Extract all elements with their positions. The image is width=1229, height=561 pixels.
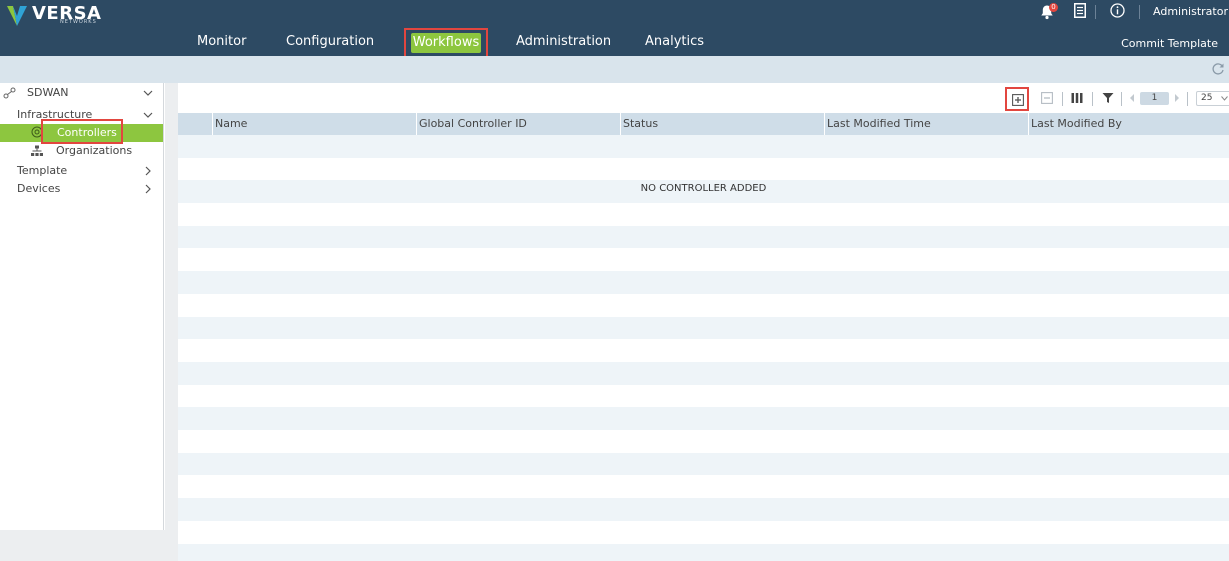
table-row xyxy=(178,135,1229,158)
delete-icon[interactable] xyxy=(1041,92,1053,104)
add-button[interactable] xyxy=(1005,87,1029,111)
table-row xyxy=(178,316,1229,340)
chevron-down-icon[interactable] xyxy=(143,110,153,120)
notification-badge: 0 xyxy=(1049,3,1058,12)
sidebar-item-template[interactable]: Template xyxy=(0,162,163,180)
nav-administration[interactable]: Administration xyxy=(516,28,611,56)
table-row xyxy=(178,430,1229,453)
column-header-last-modified-by[interactable]: Last Modified By xyxy=(1028,113,1229,135)
column-header-name[interactable]: Name xyxy=(212,113,416,135)
sdwan-icon xyxy=(3,87,16,99)
table-body: NO CONTROLLER ADDED xyxy=(178,135,1229,561)
table-row xyxy=(178,203,1229,226)
sidebar-item-sdwan[interactable]: SDWAN xyxy=(0,84,163,102)
table-row xyxy=(178,294,1229,317)
versa-logo[interactable]: VERSA xyxy=(6,4,101,30)
previous-page-icon[interactable] xyxy=(1129,93,1135,103)
sidebar-item-label: SDWAN xyxy=(27,86,69,99)
sidebar: SDWAN Infrastructure Controllers Organiz… xyxy=(0,83,164,530)
nav-monitor[interactable]: Monitor xyxy=(197,28,246,56)
sidebar-item-controllers[interactable]: Controllers xyxy=(0,119,163,144)
next-page-icon[interactable] xyxy=(1174,93,1180,103)
select-column-header[interactable] xyxy=(178,113,212,135)
sidebar-item-label: Controllers xyxy=(57,126,117,139)
nav-workflows[interactable]: Workflows xyxy=(404,28,488,58)
nav-configuration[interactable]: Configuration xyxy=(286,28,374,56)
sidebar-footer xyxy=(0,530,178,561)
chevron-right-icon[interactable] xyxy=(143,184,153,194)
controllers-table: Name Global Controller ID Status Last Mo… xyxy=(178,113,1229,561)
header-divider xyxy=(1139,5,1140,19)
table-row xyxy=(178,476,1229,499)
columns-icon[interactable] xyxy=(1071,92,1083,104)
toolbar-divider xyxy=(1187,92,1188,106)
content-gutter xyxy=(165,83,178,561)
empty-table-message: NO CONTROLLER ADDED xyxy=(640,183,767,194)
main-content: 1 25 Name Global Controller ID Status La… xyxy=(165,83,1229,561)
page-size-select[interactable]: 25 xyxy=(1196,91,1229,106)
nav-analytics[interactable]: Analytics xyxy=(645,28,704,56)
table-row xyxy=(178,498,1229,521)
chevron-right-icon[interactable] xyxy=(143,166,153,176)
table-row xyxy=(178,407,1229,431)
document-icon[interactable] xyxy=(1074,3,1086,18)
refresh-icon[interactable] xyxy=(1211,62,1225,76)
sidebar-item-label: Template xyxy=(17,164,68,177)
table-row xyxy=(178,521,1229,544)
add-icon xyxy=(1012,94,1024,106)
header-divider xyxy=(1095,5,1096,19)
page-size-value: 25 xyxy=(1201,93,1213,103)
table-row xyxy=(178,249,1229,272)
versa-logo-icon xyxy=(7,6,27,26)
sidebar-item-organizations[interactable]: Organizations xyxy=(0,142,163,160)
sidebar-item-label: Devices xyxy=(17,182,61,195)
grid-toolbar: 1 25 xyxy=(178,83,1229,113)
table-row xyxy=(178,543,1229,561)
filter-icon[interactable] xyxy=(1102,92,1114,104)
user-menu[interactable]: Administrator xyxy=(1153,5,1229,18)
nav-workflows-label: Workflows xyxy=(411,33,481,53)
table-row xyxy=(178,271,1229,294)
chevron-down-icon xyxy=(1221,96,1228,101)
organization-icon xyxy=(31,145,43,156)
table-row xyxy=(178,225,1229,249)
sidebar-item-label: Organizations xyxy=(56,144,133,157)
sidebar-item-devices[interactable]: Devices xyxy=(0,180,163,198)
user-name: Administrator xyxy=(1153,5,1228,18)
table-row xyxy=(178,158,1229,181)
table-row xyxy=(178,362,1229,385)
page-number[interactable]: 1 xyxy=(1140,92,1169,105)
table-row xyxy=(178,385,1229,408)
info-icon[interactable] xyxy=(1110,3,1125,18)
brand-subtitle: NETWORKS xyxy=(60,19,97,25)
table-header: Name Global Controller ID Status Last Mo… xyxy=(178,113,1229,135)
column-header-global-controller-id[interactable]: Global Controller ID xyxy=(416,113,620,135)
column-header-status[interactable]: Status xyxy=(620,113,824,135)
toolbar-divider xyxy=(1092,92,1093,106)
commit-template-link[interactable]: Commit Template xyxy=(1121,37,1218,50)
top-header: VERSA NETWORKS Monitor Configuration Wor… xyxy=(0,0,1229,58)
column-header-last-modified-time[interactable]: Last Modified Time xyxy=(824,113,1028,135)
toolbar-divider xyxy=(1121,92,1122,106)
toolbar-divider xyxy=(1062,92,1063,106)
table-row xyxy=(178,339,1229,362)
sub-toolbar xyxy=(0,56,1229,83)
table-row xyxy=(178,452,1229,476)
chevron-down-icon[interactable] xyxy=(143,88,153,98)
